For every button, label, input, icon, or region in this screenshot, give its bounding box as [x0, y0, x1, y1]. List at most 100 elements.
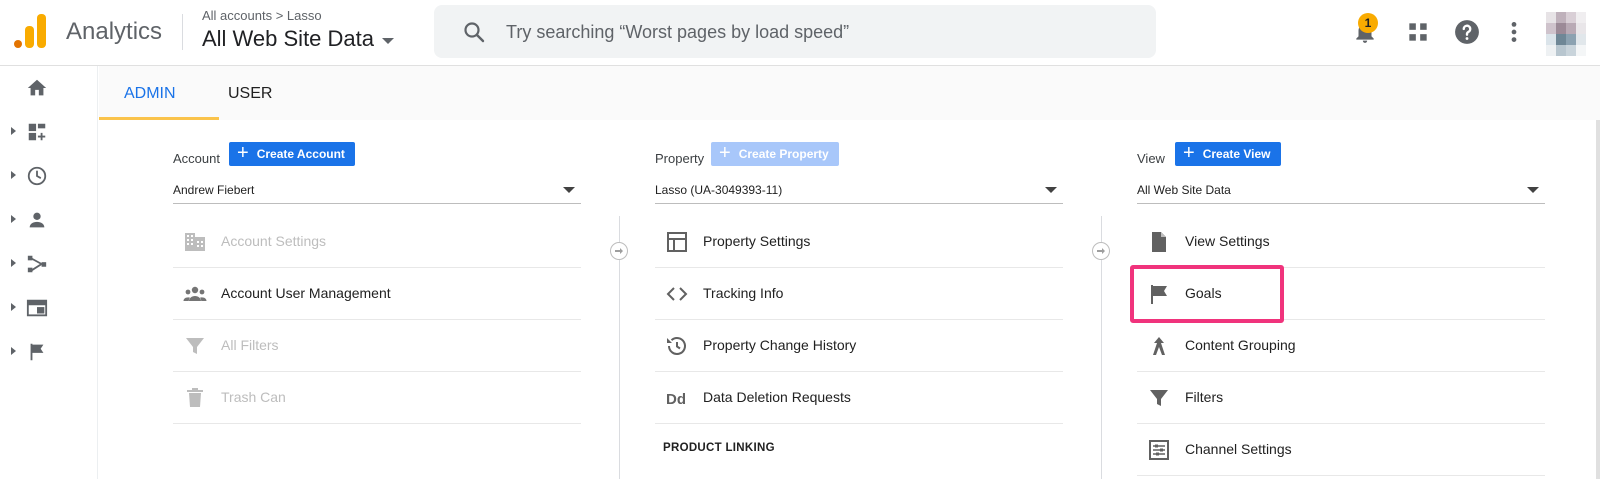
left-nav-rail: [0, 66, 98, 479]
filter-icon: [186, 338, 204, 354]
account-settings-label: Account Settings: [221, 233, 327, 249]
dropdown-arrow-icon: [1045, 187, 1057, 193]
arrow-right-icon: [610, 242, 628, 260]
tracking-info-item[interactable]: Tracking Info: [655, 268, 1063, 320]
behavior-icon: [26, 299, 48, 317]
expand-arrow-icon: [11, 215, 16, 223]
nav-home[interactable]: [0, 68, 98, 108]
dropdown-arrow-icon: [563, 187, 575, 193]
account-column: Account + Create Account Andrew Fiebert …: [173, 120, 585, 479]
history-icon: [667, 337, 686, 355]
account-user-management-label: Account User Management: [221, 285, 391, 301]
channel-settings-icon: [1149, 440, 1169, 460]
header-divider: [182, 14, 183, 50]
home-icon: [27, 79, 47, 96]
view-selector[interactable]: All Web Site Data: [1137, 178, 1545, 204]
data-deletion-requests-item[interactable]: Dd Data Deletion Requests: [655, 372, 1063, 424]
view-picker[interactable]: All Web Site Data: [202, 26, 395, 52]
nav-conversions[interactable]: [0, 332, 98, 372]
all-filters-item: All Filters: [173, 320, 581, 372]
filters-item[interactable]: Filters: [1137, 372, 1545, 424]
building-icon: [185, 233, 205, 251]
people-icon: [183, 286, 207, 301]
plus-icon: +: [1183, 142, 1195, 164]
filter-icon: [1150, 390, 1168, 406]
create-account-label: Create Account: [256, 147, 345, 161]
content-grouping-item[interactable]: Content Grouping: [1137, 320, 1545, 372]
property-settings-label: Property Settings: [703, 233, 811, 249]
account-label: Account: [173, 151, 220, 166]
nav-customization[interactable]: [0, 112, 98, 152]
property-settings-item[interactable]: Property Settings: [655, 216, 1063, 268]
tab-admin[interactable]: ADMIN: [124, 85, 176, 103]
view-picker-label: All Web Site Data: [202, 26, 375, 51]
search-input[interactable]: Try searching “Worst pages by load speed…: [506, 22, 849, 43]
admin-tabs: ADMIN USER: [99, 66, 1600, 120]
product-linking-heading: PRODUCT LINKING: [655, 424, 1063, 460]
create-view-button[interactable]: + Create View: [1175, 142, 1281, 166]
dd-icon: Dd: [666, 391, 686, 408]
channel-settings-label: Channel Settings: [1185, 441, 1292, 457]
property-column: Property + Create Property Lasso (UA-304…: [655, 120, 1067, 479]
analytics-logo-icon[interactable]: [14, 14, 46, 48]
view-label: View: [1137, 151, 1165, 166]
product-linking-label: PRODUCT LINKING: [663, 442, 775, 454]
property-change-history-item[interactable]: Property Change History: [655, 320, 1063, 372]
plus-icon: +: [719, 142, 731, 164]
nav-behavior[interactable]: [0, 288, 98, 328]
property-change-history-label: Property Change History: [703, 337, 857, 353]
nav-acquisition[interactable]: [0, 244, 98, 284]
tab-user[interactable]: USER: [228, 85, 272, 103]
layout-icon: [667, 232, 687, 252]
nav-realtime[interactable]: [0, 156, 98, 196]
account-selector[interactable]: Andrew Fiebert: [173, 178, 581, 204]
more-vert-icon[interactable]: [1501, 19, 1527, 45]
property-selector[interactable]: Lasso (UA-3049393-11): [655, 178, 1063, 204]
scrollbar[interactable]: [1596, 120, 1600, 479]
help-icon[interactable]: [1454, 19, 1480, 45]
view-settings-item[interactable]: View Settings: [1137, 216, 1545, 268]
create-property-button: + Create Property: [711, 142, 839, 166]
code-icon: [666, 287, 688, 301]
admin-main: ADMIN USER Account + Create Account Andr…: [99, 66, 1600, 479]
trash-icon: [187, 388, 203, 407]
property-menu: Property Settings Tracking Info Property…: [655, 216, 1063, 460]
breadcrumb[interactable]: All accounts > Lasso: [202, 8, 322, 23]
expand-arrow-icon: [11, 171, 16, 179]
chevron-down-icon: [382, 37, 395, 44]
search-bar[interactable]: Try searching “Worst pages by load speed…: [434, 5, 1156, 58]
flag-icon: [1151, 285, 1167, 304]
avatar[interactable]: [1546, 12, 1586, 56]
nav-audience[interactable]: [0, 200, 98, 240]
arrow-right-icon: [1092, 242, 1110, 260]
expand-arrow-icon: [11, 259, 16, 267]
app-title: Analytics: [66, 18, 163, 45]
document-icon: [1152, 232, 1166, 252]
create-view-label: Create View: [1202, 147, 1271, 161]
top-app-bar: Analytics All accounts > Lasso All Web S…: [0, 0, 1600, 66]
create-account-button[interactable]: + Create Account: [229, 142, 355, 166]
plus-icon: +: [237, 142, 249, 164]
property-selector-value: Lasso (UA-3049393-11): [655, 183, 783, 197]
goals-label: Goals: [1185, 285, 1222, 301]
expand-arrow-icon: [11, 347, 16, 355]
apps-grid-icon[interactable]: [1405, 19, 1431, 45]
view-settings-label: View Settings: [1185, 233, 1270, 249]
content-grouping-label: Content Grouping: [1185, 337, 1296, 353]
grouping-icon: [1153, 337, 1165, 355]
channel-settings-item[interactable]: Channel Settings: [1137, 424, 1545, 476]
goals-item[interactable]: Goals: [1137, 268, 1545, 320]
filters-label: Filters: [1185, 389, 1224, 405]
account-menu: Account Settings Account User Management…: [173, 216, 581, 424]
create-property-label: Create Property: [738, 147, 829, 161]
account-user-management-item[interactable]: Account User Management: [173, 268, 581, 320]
customization-icon: [28, 123, 46, 141]
view-selector-value: All Web Site Data: [1137, 183, 1231, 197]
search-icon: [464, 22, 485, 43]
property-label: Property: [655, 151, 705, 166]
tracking-info-label: Tracking Info: [703, 285, 784, 301]
expand-arrow-icon: [11, 303, 16, 311]
conversions-icon: [30, 343, 44, 361]
data-deletion-requests-label: Data Deletion Requests: [703, 389, 851, 405]
dropdown-arrow-icon: [1527, 187, 1539, 193]
